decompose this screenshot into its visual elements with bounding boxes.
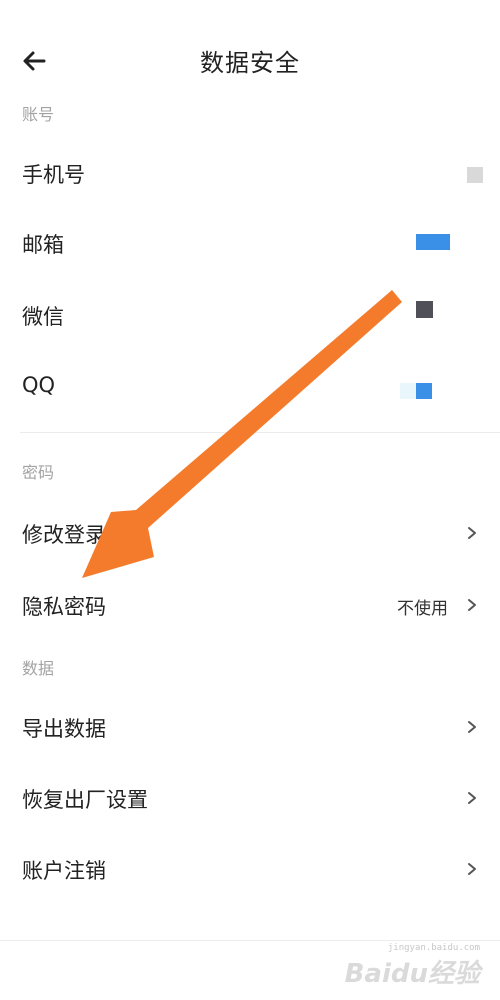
qq-status-highlight xyxy=(400,383,416,399)
row-label: 手机号 xyxy=(22,163,85,187)
row-label: 导出数据 xyxy=(22,717,106,741)
section-header-data: 数据 xyxy=(22,659,55,678)
row-label: 恢复出厂设置 xyxy=(22,788,148,812)
email-status-indicator xyxy=(416,234,450,250)
phone-status-indicator xyxy=(467,167,483,183)
chevron-right-icon xyxy=(468,792,476,804)
account-row-qq[interactable]: QQ xyxy=(0,357,500,417)
privacy-password-status: 不使用 xyxy=(397,599,448,619)
section-header-password: 密码 xyxy=(22,463,55,482)
row-label: 邮箱 xyxy=(22,233,64,257)
watermark-url: jingyan.baidu.com xyxy=(387,943,480,953)
chevron-right-icon xyxy=(468,863,476,875)
watermark: jingyan.baidu.com Baidu经验 xyxy=(345,943,480,990)
chevron-right-icon xyxy=(468,599,476,611)
chevron-right-icon xyxy=(468,527,476,539)
data-row-export[interactable]: 导出数据 xyxy=(0,697,500,757)
bottom-divider xyxy=(0,940,500,941)
qq-status-indicator xyxy=(416,383,432,399)
row-label: QQ xyxy=(22,373,56,397)
row-label: 账户注销 xyxy=(22,859,106,883)
section-divider xyxy=(20,432,500,433)
row-label: 修改登录密码 xyxy=(22,523,148,547)
header-bar: 数据安全 xyxy=(0,0,500,120)
account-row-wechat[interactable]: 微信 xyxy=(0,285,500,345)
row-label: 微信 xyxy=(22,305,64,329)
password-row-privacy[interactable]: 隐私密码 不使用 xyxy=(0,575,500,635)
data-row-factory-reset[interactable]: 恢复出厂设置 xyxy=(0,768,500,828)
account-row-phone[interactable]: 手机号 xyxy=(0,143,500,203)
data-row-delete-account[interactable]: 账户注销 xyxy=(0,839,500,899)
chevron-right-icon xyxy=(468,721,476,733)
section-header-account: 账号 xyxy=(22,105,55,124)
row-label: 隐私密码 xyxy=(22,595,106,619)
watermark-logo: Baidu经验 xyxy=(344,959,480,989)
page-title: 数据安全 xyxy=(200,49,300,77)
password-row-change-login[interactable]: 修改登录密码 xyxy=(0,503,500,563)
account-row-email[interactable]: 邮箱 xyxy=(0,213,500,273)
wechat-status-indicator xyxy=(416,301,433,318)
